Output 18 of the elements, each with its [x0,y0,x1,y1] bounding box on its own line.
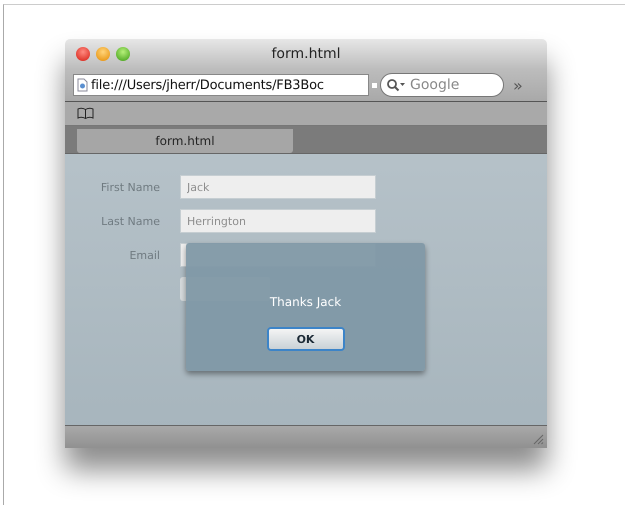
bookmarks-book-icon[interactable] [77,107,94,120]
ok-button[interactable]: OK [266,327,344,351]
browser-tab[interactable]: form.html [77,129,293,153]
search-field[interactable]: Google [380,73,504,97]
window-title: form.html [270,46,342,62]
search-icon [386,78,406,92]
zoom-button[interactable] [116,47,130,61]
field-label: First Name [100,180,160,194]
alert-message: Thanks Jack [270,295,342,309]
document-icon [77,78,88,92]
address-field[interactable]: file:///Users/jherr/Documents/FB3Boc [73,74,369,96]
resize-grip-icon[interactable] [532,433,544,445]
address-stepper-icon[interactable] [372,82,377,88]
close-button[interactable] [76,47,90,61]
field-label: Last Name [100,214,160,228]
minimize-button[interactable] [96,47,110,61]
overflow-button[interactable]: » [513,76,523,94]
field-label: Email [128,248,160,262]
